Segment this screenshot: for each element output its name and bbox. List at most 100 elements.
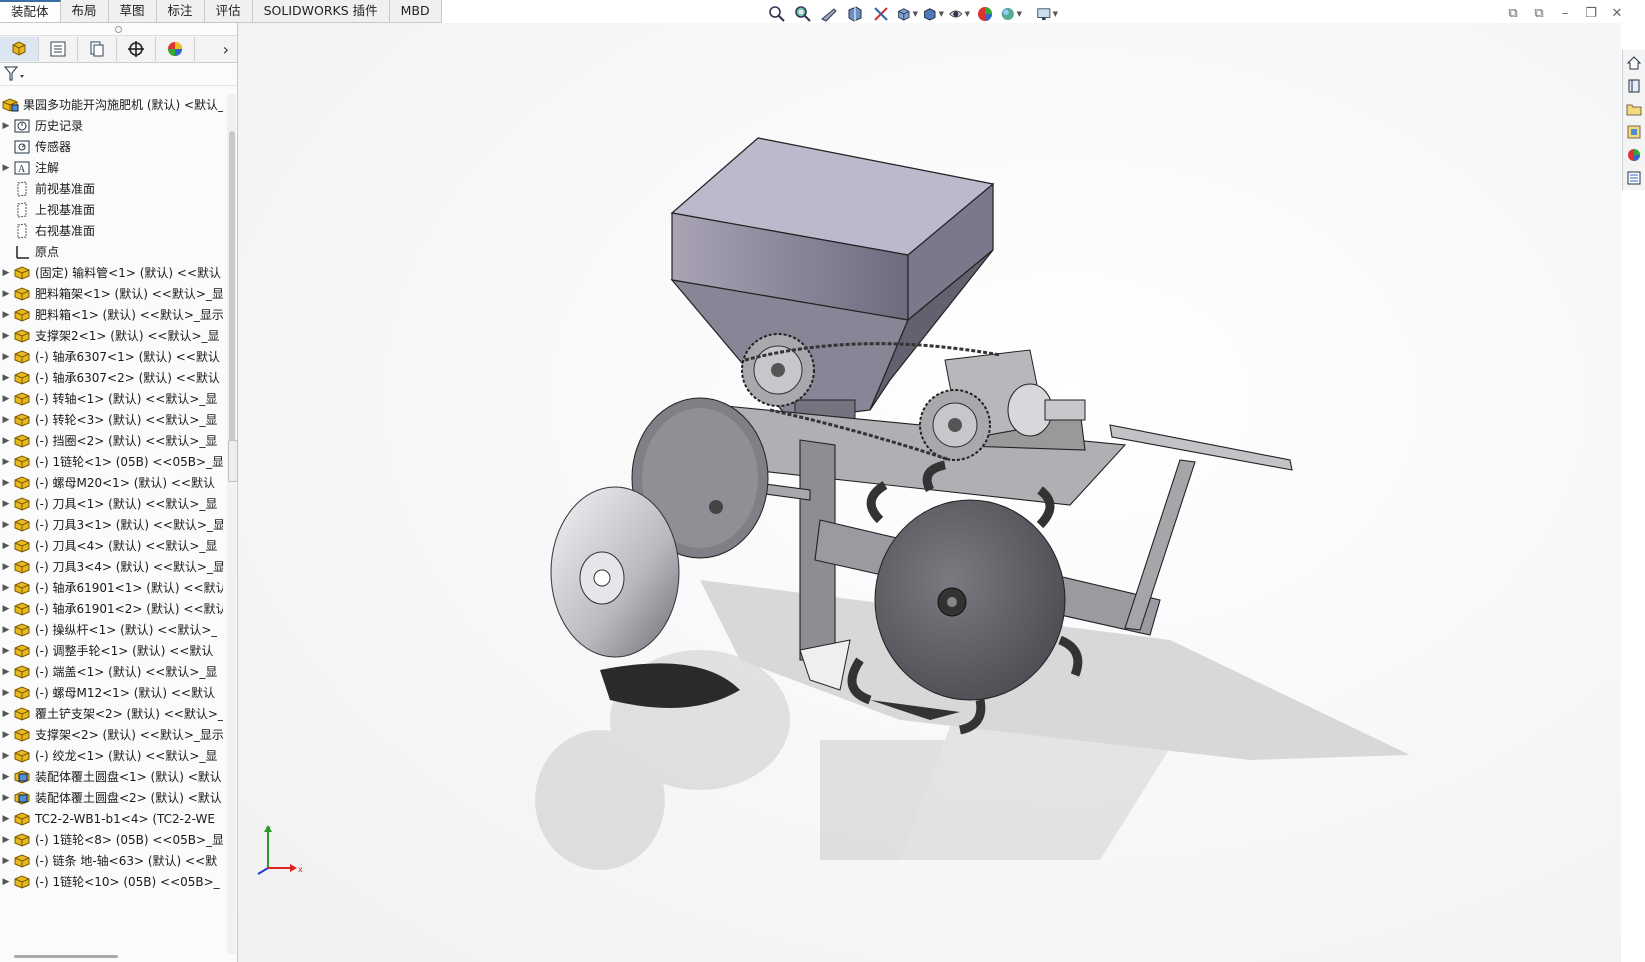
expand-arrow-icon[interactable]: ▶ <box>0 436 12 446</box>
close-icon[interactable]: ✕ <box>1609 6 1625 21</box>
tree-item[interactable]: ▶ (-) 轴承6307<2> (默认) <<默认 <box>0 367 223 388</box>
expand-arrow-icon[interactable]: ▶ <box>0 310 12 320</box>
zoom-area-icon[interactable] <box>792 4 814 24</box>
hide-show-icon[interactable]: ▼ <box>948 4 970 24</box>
tree-item[interactable]: ▶ (-) 螺母M12<1> (默认) <<默认 <box>0 682 223 703</box>
tree-item[interactable]: ▶ (-) 端盖<1> (默认) <<默认>_显 <box>0 661 223 682</box>
expand-arrow-icon[interactable]: ▶ <box>0 331 12 341</box>
expand-arrow-icon[interactable]: ▶ <box>0 730 12 740</box>
expand-arrow-icon[interactable]: ▶ <box>0 583 12 593</box>
command-tab-2[interactable]: 草图 <box>109 0 157 22</box>
restore-icon[interactable]: ❐ <box>1583 6 1599 21</box>
expand-arrow-icon[interactable]: ▶ <box>0 394 12 404</box>
command-tab-3[interactable]: 标注 <box>157 0 205 22</box>
configuration-manager-icon[interactable] <box>78 37 117 61</box>
command-tab-5[interactable]: SOLIDWORKS 插件 <box>253 0 390 22</box>
file-explorer-icon[interactable] <box>1623 98 1645 119</box>
dynamic-annotation-icon[interactable] <box>870 4 892 24</box>
expand-arrow-icon[interactable]: ▶ <box>0 520 12 530</box>
expand-arrow-icon[interactable]: ▶ <box>0 415 12 425</box>
section-view-icon[interactable] <box>844 4 866 24</box>
zoom-to-fit-icon[interactable] <box>766 4 788 24</box>
expand-arrow-icon[interactable]: ▶ <box>0 562 12 572</box>
expand-arrow-icon[interactable]: ▶ <box>0 604 12 614</box>
expand-arrow-icon[interactable]: ▶ <box>0 352 12 362</box>
tree-item[interactable]: ▶ (-) 转轮<3> (默认) <<默认>_显 <box>0 409 223 430</box>
expand-arrow-icon[interactable]: ▶ <box>0 268 12 278</box>
tree-item[interactable]: ▶ (-) 刀具3<4> (默认) <<默认>_显 <box>0 556 223 577</box>
tile-right-icon[interactable]: ⧉ <box>1531 6 1547 21</box>
expand-arrow-icon[interactable]: ▶ <box>0 793 12 803</box>
tree-item[interactable]: ▶ (-) 操纵杆<1> (默认) <<默认>_ <box>0 619 223 640</box>
expand-arrow-icon[interactable]: ▶ <box>0 835 12 845</box>
display-style-icon[interactable]: ▼ <box>922 4 944 24</box>
tree-item[interactable]: 传感器 <box>0 136 223 157</box>
expand-arrow-icon[interactable]: ▶ <box>0 163 12 173</box>
tree-item[interactable]: ▶ (-) 刀具<4> (默认) <<默认>_显 <box>0 535 223 556</box>
tree-item[interactable]: 右视基准面 <box>0 220 223 241</box>
tree-item[interactable]: ▶ (-) 螺母M20<1> (默认) <<默认 <box>0 472 223 493</box>
expand-arrow-icon[interactable]: ▶ <box>0 751 12 761</box>
design-library-icon[interactable] <box>1623 121 1645 142</box>
custom-properties-icon[interactable] <box>1623 167 1645 188</box>
tree-item[interactable]: ▶ (-) 转轴<1> (默认) <<默认>_显 <box>0 388 223 409</box>
tree-item[interactable]: ▶ (固定) 输料管<1> (默认) <<默认 <box>0 262 223 283</box>
tree-item[interactable]: ▶ (-) 轴承6307<1> (默认) <<默认 <box>0 346 223 367</box>
expand-arrow-icon[interactable]: ▶ <box>0 814 12 824</box>
expand-arrow-icon[interactable]: ▶ <box>0 121 12 131</box>
tree-item[interactable]: ▶ 支撑架<2> (默认) <<默认>_显示 <box>0 724 223 745</box>
tree-item[interactable]: ▶ A 注解 <box>0 157 223 178</box>
apply-scene-icon[interactable]: ▼ <box>1000 4 1022 24</box>
tree-item[interactable]: ▶ 装配体覆土圆盘<2> (默认) <默认 <box>0 787 223 808</box>
tile-left-icon[interactable]: ⧉ <box>1505 6 1521 21</box>
tree-filter[interactable] <box>0 63 237 86</box>
home-icon[interactable] <box>1623 52 1645 73</box>
previous-view-icon[interactable] <box>818 4 840 24</box>
resources-icon[interactable] <box>1623 75 1645 96</box>
tree-item[interactable]: ▶ 历史记录 <box>0 115 223 136</box>
command-tab-4[interactable]: 评估 <box>205 0 253 22</box>
dimxpert-icon[interactable] <box>117 37 156 61</box>
expand-arrow-icon[interactable]: ▶ <box>0 289 12 299</box>
expand-arrow-icon[interactable]: ▶ <box>0 667 12 677</box>
expand-arrow-icon[interactable]: ▶ <box>0 646 12 656</box>
display-manager-icon[interactable] <box>156 37 195 61</box>
command-tab-6[interactable]: MBD <box>390 0 442 22</box>
expand-arrow-icon[interactable]: ▶ <box>0 688 12 698</box>
tree-item[interactable]: ▶ (-) 调整手轮<1> (默认) <<默认 <box>0 640 223 661</box>
tree-horizontal-scrollbar[interactable] <box>14 955 118 958</box>
tree-item[interactable]: ▶ (-) 轴承61901<1> (默认) <<默认 <box>0 577 223 598</box>
tree-item[interactable]: ▶ (-) 轴承61901<2> (默认) <<默认 <box>0 598 223 619</box>
expand-arrow-icon[interactable]: ▶ <box>0 625 12 635</box>
panel-grip[interactable] <box>0 23 237 36</box>
tree-item[interactable]: ▶ 肥料箱<1> (默认) <<默认>_显示 <box>0 304 223 325</box>
feature-manager-icon[interactable] <box>0 37 39 61</box>
assembly-model-render[interactable] <box>238 23 1621 962</box>
tree-item[interactable]: ▶ (-) 1链轮<1> (05B) <<05B>_显 <box>0 451 223 472</box>
tree-item[interactable]: ▶ 支撑架2<1> (默认) <<默认>_显 <box>0 325 223 346</box>
tree-item[interactable]: ▶ (-) 链条 地-轴<63> (默认) <<默 <box>0 850 223 871</box>
appearances-icon[interactable] <box>1623 144 1645 165</box>
tree-item[interactable]: ▶ (-) 绞龙<1> (默认) <<默认>_显 <box>0 745 223 766</box>
graphics-viewport[interactable] <box>238 23 1621 962</box>
tree-item[interactable]: 原点 <box>0 241 223 262</box>
tree-item[interactable]: ▶ 覆土铲支架<2> (默认) <<默认>_ <box>0 703 223 724</box>
panel-splitter-handle[interactable] <box>228 440 238 482</box>
command-tab-1[interactable]: 布局 <box>61 0 109 22</box>
expand-arrow-icon[interactable]: ▶ <box>0 856 12 866</box>
tree-item[interactable]: ▶ 装配体覆土圆盘<1> (默认) <默认 <box>0 766 223 787</box>
tree-item[interactable]: ▶ (-) 刀具<1> (默认) <<默认>_显 <box>0 493 223 514</box>
more-tabs-chevron-icon[interactable]: › <box>223 40 229 59</box>
expand-arrow-icon[interactable]: ▶ <box>0 877 12 887</box>
view-settings-icon[interactable]: ▼ <box>1036 4 1058 24</box>
expand-arrow-icon[interactable]: ▶ <box>0 709 12 719</box>
tree-item[interactable]: ▶ (-) 挡圈<2> (默认) <<默认>_显 <box>0 430 223 451</box>
expand-arrow-icon[interactable]: ▶ <box>0 478 12 488</box>
tree-item[interactable]: ▶ 肥料箱架<1> (默认) <<默认>_显 <box>0 283 223 304</box>
tree-item[interactable]: 上视基准面 <box>0 199 223 220</box>
tree-item[interactable]: 前视基准面 <box>0 178 223 199</box>
tree-item[interactable]: ▶ (-) 刀具3<1> (默认) <<默认>_显 <box>0 514 223 535</box>
filter-icon[interactable] <box>4 66 26 82</box>
edit-appearance-icon[interactable] <box>974 4 996 24</box>
tree-root-assembly[interactable]: 果园多功能开沟施肥机 (默认) <默认_ <box>0 94 223 115</box>
